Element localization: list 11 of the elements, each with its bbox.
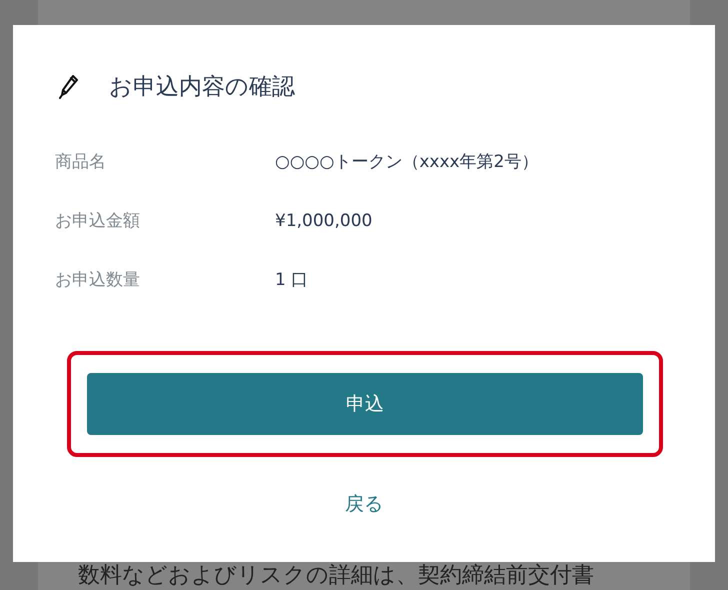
apply-button[interactable]: 申込: [87, 373, 643, 435]
back-link[interactable]: 戻る: [345, 491, 383, 517]
background-text: 数料などおよびリスクの詳細は、契約締結前交付書: [77, 562, 595, 589]
dialog-title: お申込内容の確認: [109, 73, 295, 102]
field-label: お申込数量: [55, 269, 141, 291]
pen-icon: [59, 74, 79, 100]
field-value: ○○○○トークン（xxxx年第2号）: [275, 151, 538, 173]
field-value: ¥1,000,000: [275, 210, 372, 230]
field-value: 1 口: [275, 269, 308, 291]
field-label: お申込金額: [55, 210, 141, 232]
field-label: 商品名: [55, 151, 107, 173]
